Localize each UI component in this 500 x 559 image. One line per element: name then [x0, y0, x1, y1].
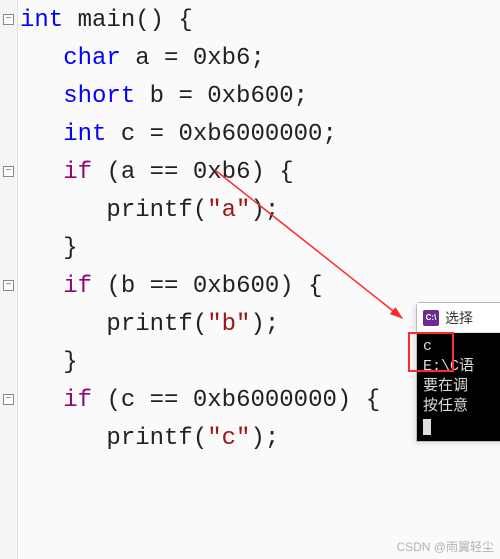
token-num: 0xb6: [193, 159, 251, 186]
console-output[interactable]: cE:\C语要在调按任意: [417, 333, 500, 441]
token-ident: (a ==: [106, 159, 192, 186]
token-num: 0xb600: [193, 273, 279, 300]
token-str: "b": [207, 311, 250, 338]
token-kw-type: short: [63, 83, 149, 110]
fold-toggle-icon[interactable]: −: [3, 14, 14, 25]
token-ident: c =: [121, 121, 179, 148]
fold-toggle-icon[interactable]: −: [3, 280, 14, 291]
token-num: 0xb600: [207, 83, 293, 110]
token-ident: (b ==: [106, 273, 192, 300]
token-num: 0xb6: [193, 45, 251, 72]
token-punct: }: [63, 349, 77, 376]
token-punct: ) {: [337, 387, 380, 414]
fold-toggle-icon[interactable]: −: [3, 394, 14, 405]
token-func: printf: [106, 311, 192, 338]
token-punct: ;: [322, 121, 336, 148]
token-punct: (: [193, 311, 207, 338]
token-str: "a": [207, 197, 250, 224]
token-punct: ;: [250, 45, 264, 72]
token-punct: (: [193, 425, 207, 452]
code-line[interactable]: printf("a");: [20, 192, 380, 230]
token-kw-flow: if: [63, 387, 106, 414]
token-func: printf: [106, 197, 192, 224]
code-editor[interactable]: −−−− int main() { char a = 0xb6; short b…: [0, 0, 500, 559]
token-punct: ) {: [279, 273, 322, 300]
console-line: E:\C语: [423, 357, 499, 377]
token-punct: ;: [294, 83, 308, 110]
console-line: 要在调: [423, 377, 499, 397]
code-line[interactable]: char a = 0xb6;: [20, 40, 380, 78]
console-app-icon: C:\: [423, 310, 439, 326]
token-kw-type: char: [63, 45, 135, 72]
token-func: printf: [106, 425, 192, 452]
code-line[interactable]: printf("b");: [20, 306, 380, 344]
token-kw-flow: if: [63, 273, 106, 300]
token-kw-type: int: [20, 7, 78, 34]
token-punct: }: [63, 235, 77, 262]
token-punct: );: [250, 311, 279, 338]
code-line[interactable]: }: [20, 344, 380, 382]
token-punct: );: [250, 197, 279, 224]
token-num: 0xb6000000: [178, 121, 322, 148]
console-titlebar[interactable]: C:\ 选择: [417, 303, 500, 333]
token-kw-flow: if: [63, 159, 106, 186]
token-punct: (: [193, 197, 207, 224]
watermark: CSDN @雨翼轻尘: [396, 538, 494, 555]
code-line[interactable]: }: [20, 230, 380, 268]
token-str: "c": [207, 425, 250, 452]
token-punct: ) {: [250, 159, 293, 186]
code-line[interactable]: printf("c");: [20, 420, 380, 458]
code-line[interactable]: if (b == 0xb600) {: [20, 268, 380, 306]
token-ident: a =: [135, 45, 193, 72]
code-line[interactable]: if (c == 0xb6000000) {: [20, 382, 380, 420]
fold-toggle-icon[interactable]: −: [3, 166, 14, 177]
token-ident: (c ==: [106, 387, 192, 414]
token-punct: () {: [135, 7, 193, 34]
token-num: 0xb6000000: [193, 387, 337, 414]
console-line: c: [423, 337, 499, 357]
code-line[interactable]: int main() {: [20, 2, 380, 40]
code-line[interactable]: short b = 0xb600;: [20, 78, 380, 116]
code-area[interactable]: int main() { char a = 0xb6; short b = 0x…: [20, 2, 380, 458]
console-cursor: [423, 419, 431, 435]
console-window[interactable]: C:\ 选择 cE:\C语要在调按任意: [416, 302, 500, 442]
token-kw-type: int: [63, 121, 121, 148]
token-ident: main: [78, 7, 136, 34]
fold-gutter: − − − −: [0, 0, 18, 559]
token-punct: );: [250, 425, 279, 452]
console-title: 选择: [445, 308, 473, 328]
code-line[interactable]: if (a == 0xb6) {: [20, 154, 380, 192]
code-line[interactable]: int c = 0xb6000000;: [20, 116, 380, 154]
console-line: 按任意: [423, 397, 499, 417]
token-ident: b =: [150, 83, 208, 110]
